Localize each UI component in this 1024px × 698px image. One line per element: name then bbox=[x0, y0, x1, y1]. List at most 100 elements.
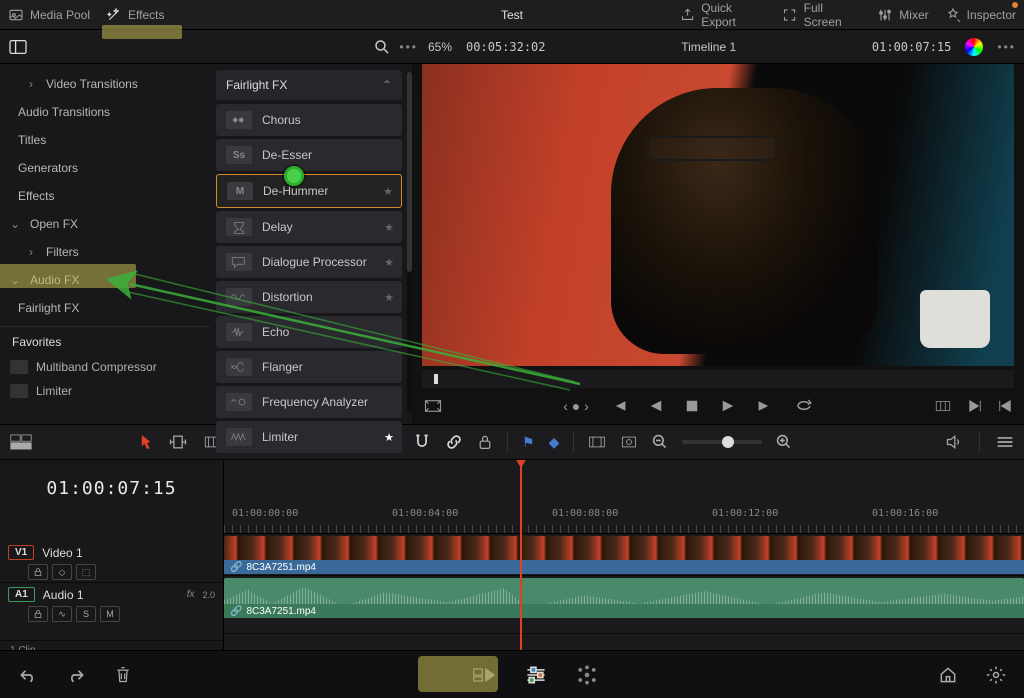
match-frame-icon[interactable]: ‹ ● › bbox=[563, 398, 589, 414]
link-toggle[interactable] bbox=[445, 433, 463, 451]
sidebar-group-openfx[interactable]: ⌄Open FX bbox=[0, 210, 210, 238]
fusion-page-button[interactable] bbox=[576, 664, 598, 686]
zoom-full-icon[interactable] bbox=[588, 434, 606, 450]
undo-button[interactable] bbox=[18, 667, 38, 683]
edit-page-button[interactable] bbox=[524, 664, 548, 686]
playhead[interactable] bbox=[520, 460, 522, 650]
media-pool-button[interactable]: Media Pool bbox=[8, 7, 90, 23]
insert-icon[interactable] bbox=[934, 399, 952, 413]
star-icon[interactable]: ★ bbox=[384, 256, 394, 269]
quick-export-button[interactable]: Quick Export bbox=[680, 1, 766, 29]
stop-button[interactable] bbox=[685, 399, 699, 413]
track-lock-button[interactable] bbox=[28, 564, 48, 580]
video-track-name: Video 1 bbox=[42, 546, 82, 560]
favorite-limiter[interactable]: Limiter bbox=[0, 379, 210, 403]
audio-clip[interactable]: 🔗8C3A7251.mp4 bbox=[224, 578, 1024, 618]
star-icon[interactable]: ★ bbox=[383, 185, 393, 198]
sidebar-item-titles[interactable]: Titles bbox=[0, 126, 210, 154]
track-solo-button[interactable]: S bbox=[76, 606, 96, 622]
settings-button[interactable] bbox=[986, 665, 1006, 685]
next-edit-icon[interactable] bbox=[968, 399, 982, 413]
video-track-header[interactable]: V1 Video 1 ◇ ⬚ bbox=[0, 541, 223, 583]
zoom-slider[interactable] bbox=[682, 440, 762, 444]
fx-icon bbox=[226, 218, 252, 236]
track-enable-button[interactable]: ⬚ bbox=[76, 564, 96, 580]
play-reverse-button[interactable] bbox=[649, 399, 663, 413]
track-auto-select-button[interactable]: ◇ bbox=[52, 564, 72, 580]
fx-de-esser[interactable]: SsDe-Esser bbox=[216, 139, 402, 171]
panel-toggle-icon[interactable] bbox=[8, 39, 28, 55]
fx-delay[interactable]: Delay★ bbox=[216, 211, 402, 243]
fx-dialogue-processor[interactable]: Dialogue Processor★ bbox=[216, 246, 402, 278]
track-curve-button[interactable]: ∿ bbox=[52, 606, 72, 622]
selection-tool[interactable] bbox=[140, 433, 154, 451]
zoom-detail-icon[interactable] bbox=[620, 434, 638, 450]
prev-edit-icon[interactable] bbox=[998, 399, 1012, 413]
sidebar-item-effects[interactable]: Effects bbox=[0, 182, 210, 210]
go-start-button[interactable] bbox=[611, 399, 627, 413]
fx-limiter[interactable]: Limiter★ bbox=[216, 421, 402, 453]
track-lock-button[interactable] bbox=[28, 606, 48, 622]
fx-de-hummer[interactable]: MDe-Hummer★ bbox=[216, 174, 402, 208]
star-icon[interactable]: ★ bbox=[384, 221, 394, 234]
viewer-zoom[interactable]: 65% bbox=[428, 40, 452, 54]
scrollbar[interactable] bbox=[407, 72, 412, 272]
star-icon[interactable]: ★ bbox=[384, 431, 394, 444]
flag-icon[interactable]: ⚑ bbox=[522, 434, 535, 451]
full-screen-button[interactable]: Full Screen bbox=[782, 1, 861, 29]
sidebar-item-filters[interactable]: ›Filters bbox=[0, 238, 210, 266]
effects-list-header[interactable]: Fairlight FX⌃ bbox=[216, 70, 402, 100]
source-timecode: 00:05:32:02 bbox=[466, 40, 545, 54]
viewer-scrubber[interactable] bbox=[422, 370, 1014, 388]
sidebar-item-generators[interactable]: Generators bbox=[0, 154, 210, 182]
favorite-multiband-compressor[interactable]: Multiband Compressor bbox=[0, 355, 210, 379]
timeline-view-options[interactable] bbox=[10, 434, 32, 450]
snap-toggle[interactable] bbox=[413, 433, 431, 451]
fx-distortion[interactable]: Distortion★ bbox=[216, 281, 402, 313]
delete-button[interactable] bbox=[114, 665, 132, 685]
loop-button[interactable] bbox=[795, 399, 813, 413]
fx-echo[interactable]: Echo bbox=[216, 316, 402, 348]
favorites-header: Favorites bbox=[0, 327, 210, 355]
fx-flanger[interactable]: Flanger bbox=[216, 351, 402, 383]
sidebar-group-audiofx[interactable]: ⌄Audio FX bbox=[0, 266, 210, 294]
ellipsis-menu[interactable]: ••• bbox=[399, 40, 418, 54]
effects-button[interactable]: Effects bbox=[106, 7, 164, 23]
fx-chorus[interactable]: Chorus bbox=[216, 104, 402, 136]
viewer-canvas[interactable] bbox=[422, 64, 1014, 366]
video-track-lane[interactable]: 🔗8C3A7251.mp4 bbox=[224, 534, 1024, 576]
timeline-name[interactable]: Timeline 1 bbox=[560, 40, 858, 54]
redo-button[interactable] bbox=[66, 667, 86, 683]
timeline-ruler[interactable]: 01:00:00:00 01:00:04:00 01:00:08:00 01:0… bbox=[224, 506, 1024, 534]
home-button[interactable] bbox=[938, 665, 958, 685]
zoom-out-icon[interactable] bbox=[652, 434, 668, 450]
audio-track-lane[interactable]: 🔗8C3A7251.mp4 bbox=[224, 576, 1024, 634]
sidebar-item-audio-transitions[interactable]: Audio Transitions bbox=[0, 98, 210, 126]
zoom-in-icon[interactable] bbox=[776, 434, 792, 450]
fx-frequency-analyzer[interactable]: Frequency Analyzer bbox=[216, 386, 402, 418]
viewer-ellipsis-menu[interactable]: ••• bbox=[997, 40, 1016, 54]
lock-toggle[interactable] bbox=[477, 433, 493, 451]
marker-icon[interactable]: ◆ bbox=[549, 434, 560, 451]
sidebar-item-fairlightfx[interactable]: Fairlight FX bbox=[0, 294, 210, 322]
audio-track-header[interactable]: A1 Audio 1 fx 2.0 ∿ S M bbox=[0, 583, 223, 641]
media-pool-icon bbox=[8, 7, 24, 23]
sidebar-item-video-transitions[interactable]: ›Video Transitions bbox=[0, 70, 210, 98]
fx-icon bbox=[226, 288, 252, 306]
go-end-button[interactable] bbox=[757, 399, 773, 413]
pages-bar bbox=[0, 650, 1024, 698]
video-clip[interactable] bbox=[224, 536, 1024, 560]
safe-area-icon[interactable] bbox=[424, 399, 442, 413]
mute-icon[interactable] bbox=[945, 434, 963, 450]
search-icon[interactable] bbox=[373, 38, 391, 56]
bypass-color-icon[interactable] bbox=[965, 38, 983, 56]
mixer-button[interactable]: Mixer bbox=[877, 7, 928, 23]
trim-tool[interactable] bbox=[168, 434, 188, 450]
track-mute-button[interactable]: M bbox=[100, 606, 120, 622]
play-button[interactable] bbox=[721, 399, 735, 413]
timeline-body[interactable]: 01:00:00:00 01:00:04:00 01:00:08:00 01:0… bbox=[224, 460, 1024, 650]
star-icon[interactable]: ★ bbox=[384, 291, 394, 304]
track-fx-badge[interactable]: fx bbox=[187, 589, 195, 600]
timeline-menu-icon[interactable] bbox=[996, 435, 1014, 449]
inspector-button[interactable]: Inspector bbox=[945, 7, 1016, 23]
